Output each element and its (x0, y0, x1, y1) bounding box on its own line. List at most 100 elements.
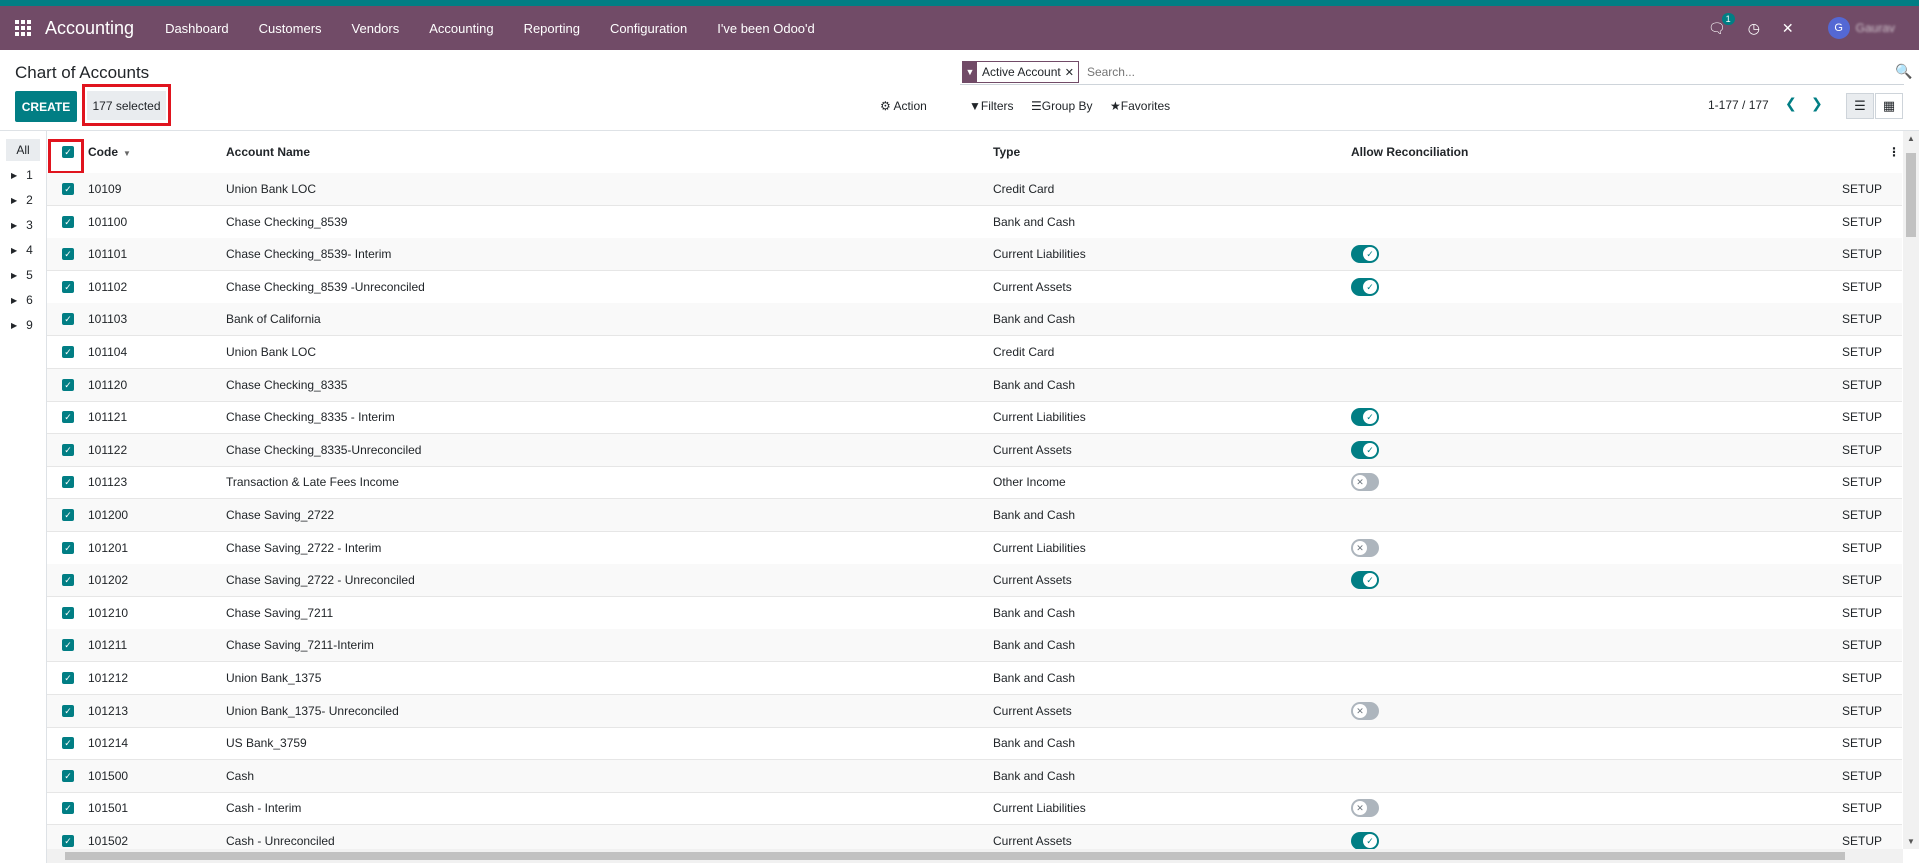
setup-button[interactable]: SETUP (1842, 345, 1882, 359)
clock-icon[interactable]: ◷ (1748, 20, 1760, 37)
menu-vendors[interactable]: Vendors (337, 21, 415, 36)
pager-prev-icon[interactable]: ❮ (1785, 95, 1797, 112)
row-checkbox[interactable]: ✓ (62, 769, 74, 782)
table-row[interactable]: ✓ 101200 Chase Saving_2722 Bank and Cash SET… (47, 499, 1902, 532)
app-brand[interactable]: Accounting (45, 18, 134, 39)
table-row[interactable]: ✓ 101213 Union Bank_1375- Unreconciled Curr… (47, 694, 1902, 728)
table-row[interactable]: ✓ 101104 Union Bank LOC Credit Card SETUP (47, 336, 1902, 369)
reconcile-toggle[interactable]: ✓ (1351, 571, 1379, 590)
table-row[interactable]: ✓ 101121 Chase Checking_8335 - Interim Curr… (47, 401, 1902, 435)
row-checkbox[interactable]: ✓ (62, 639, 74, 652)
header-type[interactable]: Type (993, 145, 1020, 159)
setup-button[interactable]: SETUP (1842, 443, 1882, 457)
table-row[interactable]: ✓ 101500 Cash Bank and Cash SETUP (47, 759, 1902, 793)
user-menu[interactable]: G Gaurav (1827, 17, 1895, 39)
table-row[interactable]: ✓ 101212 Union Bank_1375 Bank and Cash SETUP (47, 662, 1902, 695)
panel-item-9[interactable]: ▶ 9 (11, 318, 33, 332)
setup-button[interactable]: SETUP (1842, 638, 1882, 652)
setup-button[interactable]: SETUP (1842, 704, 1882, 718)
reconcile-toggle[interactable]: ✓ (1351, 832, 1379, 850)
menu-odood[interactable]: I've been Odoo'd (702, 21, 829, 36)
search-facet[interactable]: ▼ Active Account ✕ (962, 61, 1079, 83)
setup-button[interactable]: SETUP (1842, 508, 1882, 522)
scroll-down-icon[interactable]: ▼ (1907, 837, 1915, 846)
chat-icon[interactable]: 🗨 1 (1708, 12, 1735, 37)
reconcile-toggle[interactable]: ✕ (1351, 538, 1379, 557)
table-row[interactable]: ✓ 101101 Chase Checking_8539- Interim Curre… (47, 238, 1902, 272)
row-checkbox[interactable]: ✓ (62, 215, 74, 228)
row-checkbox[interactable]: ✓ (62, 183, 74, 195)
scroll-thumb[interactable] (1906, 153, 1916, 237)
reconcile-toggle[interactable]: ✕ (1351, 473, 1379, 492)
table-row[interactable]: ✓ 101120 Chase Checking_8335 Bank and Cash S… (47, 368, 1902, 402)
row-checkbox[interactable]: ✓ (62, 476, 74, 489)
panel-item-5[interactable]: ▶ 5 (11, 268, 33, 282)
create-button[interactable]: CREATE (15, 91, 77, 122)
reconcile-toggle[interactable]: ✓ (1351, 277, 1379, 296)
panel-item-4[interactable]: ▶ 4 (11, 243, 33, 257)
setup-button[interactable]: SETUP (1842, 736, 1882, 750)
table-row[interactable]: ✓ 101202 Chase Saving_2722 - Unreconciled C… (47, 564, 1902, 598)
row-checkbox[interactable]: ✓ (62, 411, 74, 424)
row-checkbox[interactable]: ✓ (62, 574, 74, 587)
search-icon[interactable]: 🔍 (1895, 63, 1912, 80)
panel-item-6[interactable]: ▶ 6 (11, 293, 33, 307)
scroll-up-icon[interactable]: ▲ (1907, 134, 1915, 143)
panel-item-all[interactable]: All (6, 139, 40, 161)
kanban-view-button[interactable]: ▦ (1875, 93, 1903, 119)
menu-customers[interactable]: Customers (244, 21, 337, 36)
row-checkbox[interactable]: ✓ (62, 248, 74, 261)
row-checkbox[interactable]: ✓ (62, 704, 74, 717)
table-row[interactable]: ✓ 101122 Chase Checking_8335-Unreconciled C… (47, 433, 1902, 467)
table-row[interactable]: ✓ 101100 Chase Checking_8539 Bank and Cash S… (47, 206, 1902, 239)
list-view-button[interactable]: ☰ (1846, 93, 1874, 119)
row-checkbox[interactable]: ✓ (62, 835, 74, 847)
row-checkbox[interactable]: ✓ (62, 606, 74, 619)
scroll-thumb-horizontal[interactable] (65, 852, 1845, 860)
row-checkbox[interactable]: ✓ (62, 443, 74, 456)
search-input[interactable] (1084, 64, 1869, 80)
panel-item-1[interactable]: ▶ 1 (11, 168, 33, 182)
apps-grid-icon[interactable] (15, 20, 31, 36)
header-account-name[interactable]: Account Name (226, 145, 310, 159)
group-by-button[interactable]: ☰Group By (1031, 99, 1092, 113)
facet-remove-icon[interactable]: ✕ (1065, 66, 1078, 79)
table-row[interactable]: ✓ 101102 Chase Checking_8539 -Unreconciled… (47, 271, 1902, 304)
reconcile-toggle[interactable]: ✓ (1351, 440, 1379, 459)
menu-dashboard[interactable]: Dashboard (150, 21, 244, 36)
setup-button[interactable]: SETUP (1842, 378, 1882, 392)
menu-configuration[interactable]: Configuration (595, 21, 702, 36)
setup-button[interactable]: SETUP (1842, 671, 1882, 685)
setup-button[interactable]: SETUP (1842, 769, 1882, 783)
menu-accounting[interactable]: Accounting (414, 21, 508, 36)
horizontal-scrollbar[interactable] (47, 849, 1903, 863)
setup-button[interactable]: SETUP (1842, 573, 1882, 587)
action-button[interactable]: ⚙ Action (880, 99, 927, 113)
reconcile-toggle[interactable]: ✕ (1351, 799, 1379, 818)
setup-button[interactable]: SETUP (1842, 541, 1882, 555)
setup-button[interactable]: SETUP (1842, 182, 1882, 196)
table-row[interactable]: ✓ 101123 Transaction & Late Fees Income Oth… (47, 466, 1902, 500)
row-checkbox[interactable]: ✓ (62, 280, 74, 293)
setup-button[interactable]: SETUP (1842, 606, 1882, 620)
setup-button[interactable]: SETUP (1842, 801, 1882, 815)
table-row[interactable]: ✓ 101501 Cash - Interim Current Liabilities… (47, 792, 1902, 826)
row-checkbox[interactable]: ✓ (62, 509, 74, 521)
setup-button[interactable]: SETUP (1842, 834, 1882, 848)
optional-columns-icon[interactable]: ⋮ (1888, 145, 1900, 159)
vertical-scrollbar[interactable]: ▲ ▼ (1903, 131, 1919, 849)
row-checkbox[interactable]: ✓ (62, 378, 74, 391)
setup-button[interactable]: SETUP (1842, 280, 1882, 294)
favorites-button[interactable]: ★Favorites (1110, 99, 1170, 113)
row-checkbox[interactable]: ✓ (62, 313, 74, 326)
panel-item-3[interactable]: ▶ 3 (11, 218, 33, 232)
reconcile-toggle[interactable]: ✕ (1351, 701, 1379, 720)
setup-button[interactable]: SETUP (1842, 215, 1882, 229)
table-row[interactable]: ✓ 101210 Chase Saving_7211 Bank and Cash SET… (47, 597, 1902, 630)
close-tools-icon[interactable]: ✕ (1782, 20, 1794, 37)
setup-button[interactable]: SETUP (1842, 475, 1882, 489)
table-row[interactable]: ✓ 101211 Chase Saving_7211-Interim Bank and… (47, 629, 1902, 663)
pager-value[interactable]: 1-177 / 177 (1708, 98, 1769, 112)
table-row[interactable]: ✓ 10109 Union Bank LOC Credit Card SETUP (47, 173, 1902, 206)
row-checkbox[interactable]: ✓ (62, 802, 74, 815)
